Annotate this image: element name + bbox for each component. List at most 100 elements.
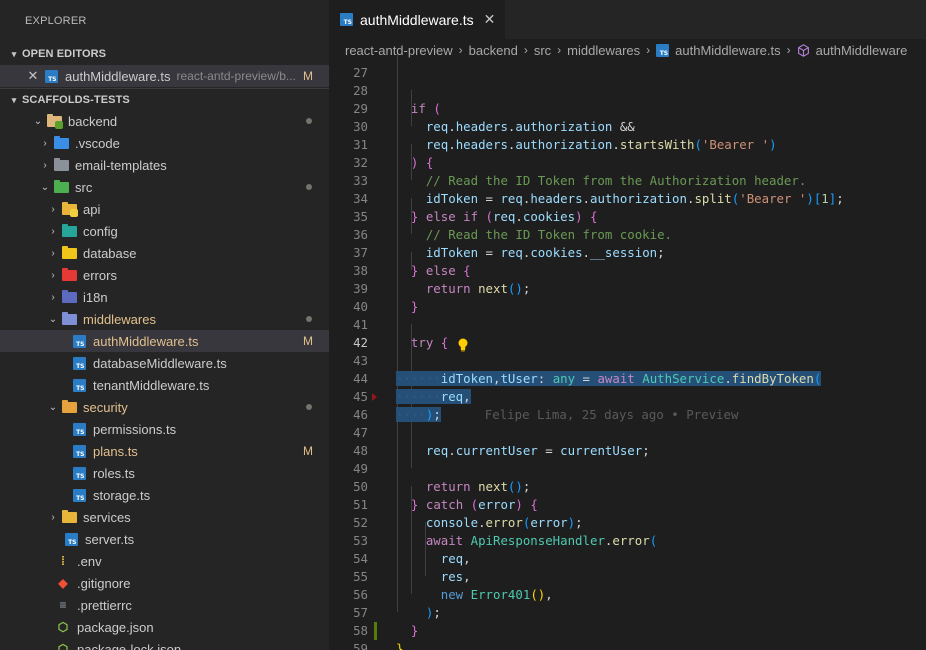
code-line: 54 res,: [329, 532, 926, 584]
tree-file-roles[interactable]: roles.ts: [0, 462, 329, 484]
code-line: 42 const currentUser: any = await AuthSe…: [329, 316, 926, 386]
code-line: 33 idToken = req.headers.authorization.s…: [329, 154, 926, 206]
chevron-down-icon: ▾: [11, 94, 17, 105]
tree-label: plans.ts: [93, 443, 138, 459]
vscode-folder-icon: [53, 135, 69, 151]
code-line: 47 req.currentUser = currentUser;: [329, 406, 926, 458]
added-line-marker[interactable]: [374, 622, 377, 640]
tree-folder-src[interactable]: ⌄ src: [0, 176, 329, 198]
code-line: 43 ······idToken,: [329, 334, 926, 386]
code-line: 46: [329, 388, 926, 422]
open-editor-item[interactable]: ✕ authMiddleware.ts react-antd-preview/b…: [0, 65, 329, 87]
modified-badge: M: [303, 334, 313, 348]
tree-folder-backend[interactable]: ⌄ backend: [0, 110, 329, 132]
tree-label: tenantMiddleware.ts: [93, 377, 210, 393]
explorer-title: EXPLORER: [25, 15, 87, 27]
middleware-folder-icon: [61, 311, 77, 327]
tree-label: backend: [68, 113, 118, 129]
editor-area: authMiddleware.ts ✕ react-antd-preview ›…: [329, 0, 926, 650]
tree-label: api: [83, 201, 101, 217]
workspace-header[interactable]: ▾ SCAFFOLDS-TESTS: [0, 88, 329, 110]
code-line: 32 // Read the ID Token from the Authori…: [329, 136, 926, 188]
tree-label: .prettierrc: [77, 597, 132, 613]
typescript-file-icon: [71, 355, 87, 371]
code-editor[interactable]: 27 28 if ( 29 req.headers.authorization …: [329, 54, 926, 650]
chevron-down-icon: ⌄: [40, 181, 50, 193]
services-folder-icon: [61, 509, 77, 525]
deleted-lines-marker[interactable]: [372, 393, 377, 401]
chevron-down-icon: ⌄: [48, 401, 58, 413]
tree-file-storage[interactable]: storage.ts: [0, 484, 329, 506]
chevron-down-icon: ▾: [11, 49, 17, 59]
tree-label: email-templates: [75, 157, 167, 173]
tree-folder-errors[interactable]: › errors: [0, 264, 329, 286]
close-icon[interactable]: ✕: [25, 68, 41, 84]
close-icon[interactable]: ✕: [484, 11, 496, 28]
code-line: 38 return next();: [329, 244, 926, 296]
open-editors-header[interactable]: ▾ OPEN EDITORS: [0, 43, 329, 65]
tree-file-env[interactable]: ⁞ .env: [0, 550, 329, 572]
workspace-label: SCAFFOLDS-TESTS: [22, 93, 130, 106]
tree-folder-i18n[interactable]: › i18n: [0, 286, 329, 308]
code-line: 57 }: [329, 586, 926, 638]
typescript-file-icon: [63, 531, 79, 547]
git-icon: ◆: [58, 576, 68, 590]
code-line: 36 idToken = req.cookies.__session;: [329, 208, 926, 260]
code-line: 48: [329, 424, 926, 458]
src-folder-icon: [53, 179, 69, 195]
tree-file-databaseMiddleware[interactable]: databaseMiddleware.ts: [0, 352, 329, 374]
change-dot: [306, 316, 312, 322]
typescript-file-icon: [71, 421, 87, 437]
chevron-right-icon: ›: [51, 511, 55, 523]
tree-file-gitignore[interactable]: ◆ .gitignore: [0, 572, 329, 594]
tree-folder-vscode[interactable]: › .vscode: [0, 132, 329, 154]
change-dot: [306, 184, 312, 190]
code-line: 27: [329, 54, 926, 80]
line-number: 59: [353, 641, 368, 650]
nodejs-icon: ⬡: [57, 642, 69, 650]
code-line: 55 new Error401(),: [329, 550, 926, 602]
chevron-right-icon: ›: [51, 203, 55, 215]
tab-label: authMiddleware.ts: [360, 11, 474, 28]
change-dot: [306, 118, 312, 124]
explorer-sidebar: EXPLORER ▾ OPEN EDITORS ✕ authMiddleware…: [0, 0, 329, 650]
tree-label: authMiddleware.ts: [93, 333, 199, 349]
tree-folder-services[interactable]: › services: [0, 506, 329, 528]
typescript-file-icon: [71, 377, 87, 393]
chevron-down-icon: ⌄: [48, 313, 58, 325]
tree-folder-middlewares[interactable]: ⌄ middlewares: [0, 308, 329, 330]
code-line: 41 try {: [329, 298, 926, 350]
tree-label: config: [83, 223, 118, 239]
tree-folder-config[interactable]: › config: [0, 220, 329, 242]
tree-file-plans[interactable]: plans.ts M: [0, 440, 329, 462]
tree-file-package-json[interactable]: ⬡ package.json: [0, 616, 329, 638]
tree-label: server.ts: [85, 531, 135, 547]
tree-label: storage.ts: [93, 487, 151, 503]
tree-file-tenantMiddleware[interactable]: tenantMiddleware.ts: [0, 374, 329, 396]
chevron-right-icon: ›: [51, 247, 55, 259]
code-line: 51 console.error(error);: [329, 478, 926, 530]
tree-label: roles.ts: [93, 465, 135, 481]
code-line: 50 } catch (error) {: [329, 460, 926, 512]
tree-folder-email-templates[interactable]: › email-templates: [0, 154, 329, 176]
tree-file-package-lock[interactable]: ⬡ package-lock.json: [0, 638, 329, 650]
prettier-icon: ≡: [59, 598, 67, 612]
tree-file-permissions[interactable]: permissions.ts: [0, 418, 329, 440]
tree-folder-security[interactable]: ⌄ security: [0, 396, 329, 418]
typescript-file-icon: [71, 465, 87, 481]
tree-file-server[interactable]: server.ts: [0, 528, 329, 550]
lightbulb-icon[interactable]: [397, 320, 468, 352]
tree-label: .vscode: [75, 135, 120, 151]
code-line: 39 }: [329, 262, 926, 314]
chevron-right-icon: ›: [43, 159, 47, 171]
tree-label: services: [83, 509, 131, 525]
env-file-icon: ⁞: [61, 554, 65, 568]
tree-folder-database[interactable]: › database: [0, 242, 329, 264]
tree-file-authMiddleware[interactable]: authMiddleware.ts M: [0, 330, 329, 352]
tree-file-prettierrc[interactable]: ≡ .prettierrc: [0, 594, 329, 616]
code-line: 59: [329, 622, 926, 650]
tree-label: .gitignore: [77, 575, 131, 591]
tree-folder-api[interactable]: › api: [0, 198, 329, 220]
tab-authMiddleware[interactable]: authMiddleware.ts ✕: [329, 0, 507, 39]
modified-badge: M: [303, 69, 313, 83]
